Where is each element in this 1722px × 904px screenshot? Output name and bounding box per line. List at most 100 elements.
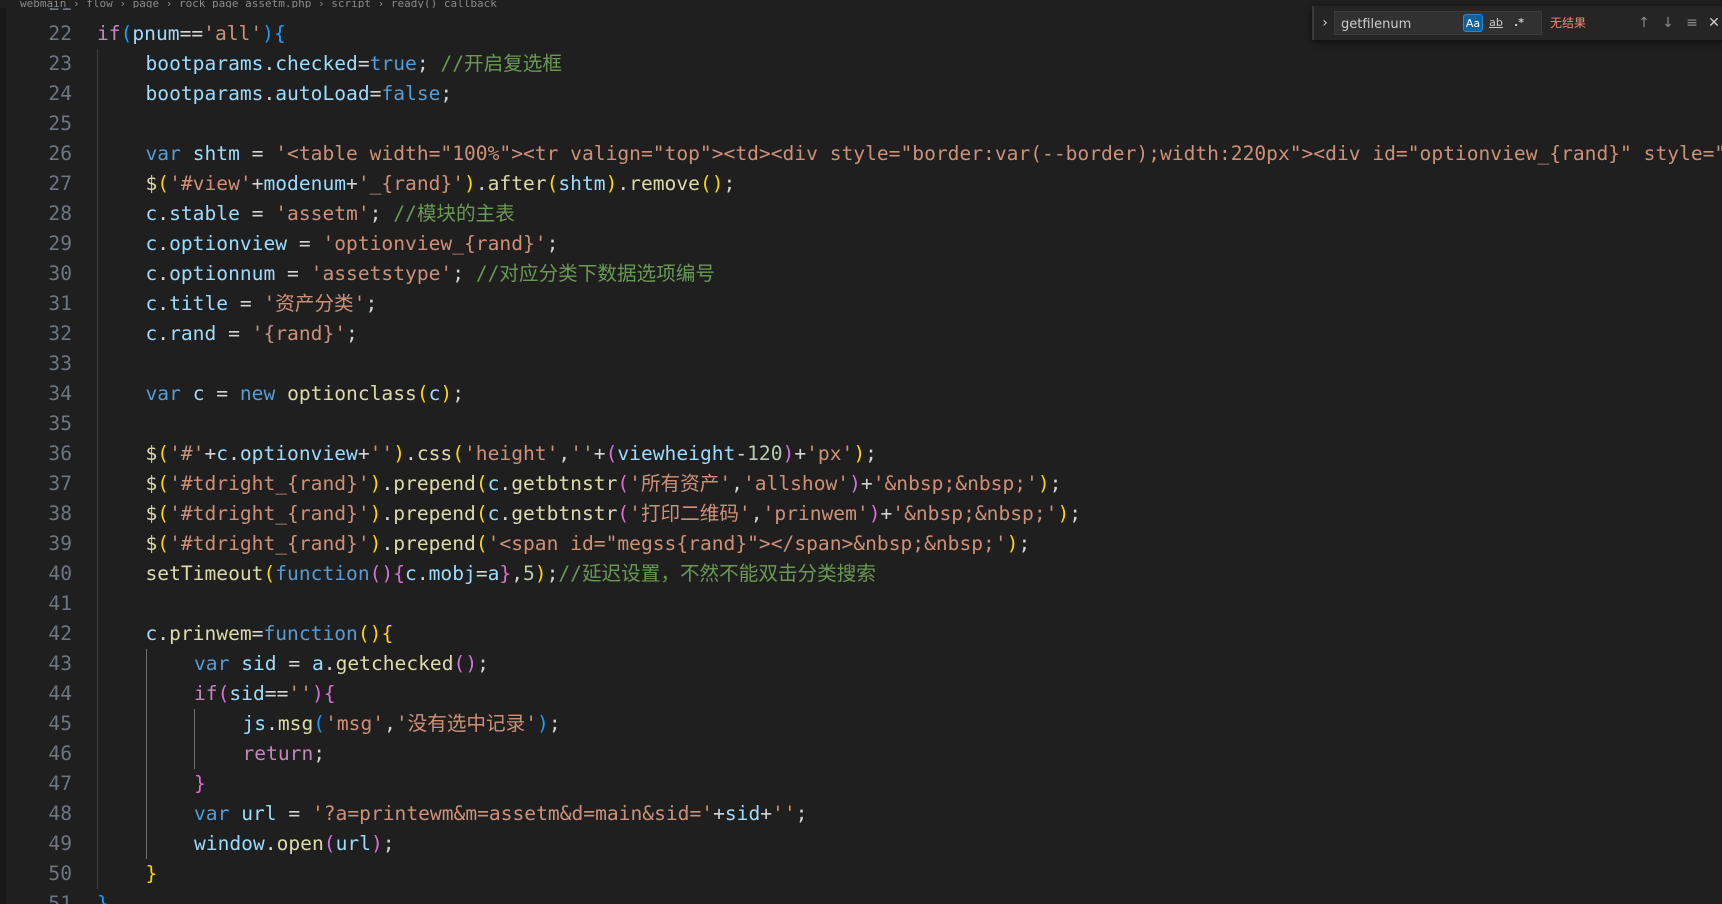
match-case-toggle[interactable]: Aa: [1463, 14, 1483, 32]
code-text[interactable]: $('#tdright_{rand}').prepend(c.getbtnstr…: [146, 499, 1082, 529]
line-number[interactable]: 40: [10, 559, 72, 589]
line-number[interactable]: 34: [10, 379, 72, 409]
code-line[interactable]: 38 $('#tdright_{rand}').prepend(c.getbtns…: [0, 499, 1722, 529]
line-number[interactable]: 43: [10, 649, 72, 679]
code-line[interactable]: 28 c.stable = 'assetm'; //模块的主表: [0, 199, 1722, 229]
code-line[interactable]: 29 c.optionview = 'optionview_{rand}';: [0, 229, 1722, 259]
code-text[interactable]: $('#'+c.optionview+'').css('height',''+(…: [146, 439, 877, 469]
code-text[interactable]: var shtm = '<table width="100%"><tr vali…: [146, 139, 1722, 169]
code-line[interactable]: 39 $('#tdright_{rand}').prepend('<span id…: [0, 529, 1722, 559]
line-number[interactable]: 42: [10, 619, 72, 649]
code-line[interactable]: 31 c.title = '资产分类';: [0, 289, 1722, 319]
line-number[interactable]: 23: [10, 49, 72, 79]
code-text[interactable]: }: [194, 769, 206, 799]
line-number[interactable]: 26: [10, 139, 72, 169]
whole-word-toggle[interactable]: ab: [1486, 14, 1506, 32]
line-number[interactable]: 35: [10, 409, 72, 439]
code-line[interactable]: 23 bootparams.checked=true; //开启复选框: [0, 49, 1722, 79]
code-text[interactable]: c.stable = 'assetm'; //模块的主表: [146, 199, 515, 229]
find-input[interactable]: [1339, 13, 1467, 35]
line-number[interactable]: 22: [10, 19, 72, 49]
code-line[interactable]: 42 c.prinwem=function(){: [0, 619, 1722, 649]
code-text[interactable]: if(sid==''){: [194, 679, 336, 709]
code-line[interactable]: 50}: [0, 859, 1722, 889]
code-token: ): [1037, 472, 1050, 495]
code-line[interactable]: 26 var shtm = '<table width="100%"><tr va…: [0, 139, 1722, 169]
previous-match-button[interactable]: ↑: [1634, 14, 1654, 32]
code-line[interactable]: 34 var c = new optionclass(c);: [0, 379, 1722, 409]
line-number[interactable]: 44: [10, 679, 72, 709]
regex-toggle[interactable]: .*: [1509, 14, 1529, 32]
code-line[interactable]: 27 $('#view'+modenum+'_{rand}').after(sht…: [0, 169, 1722, 199]
line-number[interactable]: 48: [10, 799, 72, 829]
code-line[interactable]: 40 setTimeout(function(){c.mobj=a},5);//延…: [0, 559, 1722, 589]
code-text[interactable]: var url = '?a=printewm&m=assetm&d=main&s…: [194, 799, 807, 829]
code-text[interactable]: c.optionview = 'optionview_{rand}';: [146, 229, 559, 259]
line-number[interactable]: 47: [10, 769, 72, 799]
code-line[interactable]: 41: [0, 589, 1722, 619]
code-line[interactable]: 44 if(sid==''){: [0, 679, 1722, 709]
next-match-button[interactable]: ↓: [1658, 14, 1678, 32]
code-text[interactable]: js.msg('msg','没有选中记录');: [243, 709, 561, 739]
line-number[interactable]: 37: [10, 469, 72, 499]
code-text[interactable]: var sid = a.getchecked();: [194, 649, 489, 679]
code-editor[interactable]: 2122if(pnum=='all'){23bootparams.checked…: [0, 0, 1722, 904]
code-text[interactable]: $('#tdright_{rand}').prepend(c.getbtnstr…: [146, 469, 1062, 499]
find-in-selection-button[interactable]: ≡: [1682, 14, 1702, 32]
indent-guide: [97, 229, 98, 259]
line-number[interactable]: 32: [10, 319, 72, 349]
code-line[interactable]: 25: [0, 109, 1722, 139]
line-number[interactable]: 30: [10, 259, 72, 289]
code-text[interactable]: }: [97, 889, 109, 904]
line-number[interactable]: 45: [10, 709, 72, 739]
code-text[interactable]: window.open(url);: [194, 829, 395, 859]
code-text[interactable]: if(pnum=='all'){: [97, 19, 286, 49]
code-text[interactable]: $('#tdright_{rand}').prepend('<span id="…: [146, 529, 1031, 559]
code-line[interactable]: 48 var url = '?a=printewm&m=assetm&d=main…: [0, 799, 1722, 829]
line-number[interactable]: 24: [10, 79, 72, 109]
code-text[interactable]: c.title = '资产分类';: [146, 289, 378, 319]
line-number[interactable]: 27: [10, 169, 72, 199]
code-text[interactable]: return;: [243, 739, 326, 769]
code-text[interactable]: bootparams.autoLoad=false;: [146, 79, 453, 109]
close-find-button[interactable]: ✕: [1704, 14, 1722, 32]
line-number[interactable]: 28: [10, 199, 72, 229]
code-text[interactable]: c.optionnum = 'assetstype'; //对应分类下数据选项编…: [146, 259, 715, 289]
line-number[interactable]: 31: [10, 289, 72, 319]
code-line[interactable]: 51}: [0, 889, 1722, 904]
code-line[interactable]: 45 js.msg('msg','没有选中记录');: [0, 709, 1722, 739]
code-text[interactable]: $('#view'+modenum+'_{rand}').after(shtm)…: [146, 169, 736, 199]
code-token: stable: [169, 202, 240, 225]
line-number[interactable]: 41: [10, 589, 72, 619]
code-line[interactable]: 36 $('#'+c.optionview+'').css('height',''…: [0, 439, 1722, 469]
code-line[interactable]: 32 c.rand = '{rand}';: [0, 319, 1722, 349]
find-input-box[interactable]: Aa ab .*: [1334, 11, 1542, 35]
code-line[interactable]: 46 return;: [0, 739, 1722, 769]
code-text[interactable]: bootparams.checked=true; //开启复选框: [146, 49, 562, 79]
line-number[interactable]: 33: [10, 349, 72, 379]
code-token: var: [145, 142, 181, 165]
find-toggle-replace-button[interactable]: ›: [1318, 13, 1332, 33]
line-number[interactable]: 39: [10, 529, 72, 559]
code-text[interactable]: }: [146, 859, 158, 889]
line-number[interactable]: 36: [10, 439, 72, 469]
line-number[interactable]: 50: [10, 859, 72, 889]
line-number[interactable]: 49: [10, 829, 72, 859]
code-line[interactable]: 24 bootparams.autoLoad=false;: [0, 79, 1722, 109]
line-number[interactable]: 29: [10, 229, 72, 259]
line-number[interactable]: 51: [10, 889, 72, 904]
code-line[interactable]: 30 c.optionnum = 'assetstype'; //对应分类下数据选…: [0, 259, 1722, 289]
code-line[interactable]: 43 var sid = a.getchecked();: [0, 649, 1722, 679]
code-text[interactable]: c.prinwem=function(){: [146, 619, 394, 649]
line-number[interactable]: 46: [10, 739, 72, 769]
code-line[interactable]: 33: [0, 349, 1722, 379]
line-number[interactable]: 38: [10, 499, 72, 529]
code-line[interactable]: 37 $('#tdright_{rand}').prepend(c.getbtns…: [0, 469, 1722, 499]
code-text[interactable]: setTimeout(function(){c.mobj=a},5);//延迟设…: [146, 559, 876, 589]
code-text[interactable]: var c = new optionclass(c);: [146, 379, 465, 409]
code-line[interactable]: 49 window.open(url);: [0, 829, 1722, 859]
line-number[interactable]: 25: [10, 109, 72, 139]
code-line[interactable]: 47}: [0, 769, 1722, 799]
code-text[interactable]: c.rand = '{rand}';: [146, 319, 358, 349]
code-line[interactable]: 35: [0, 409, 1722, 439]
